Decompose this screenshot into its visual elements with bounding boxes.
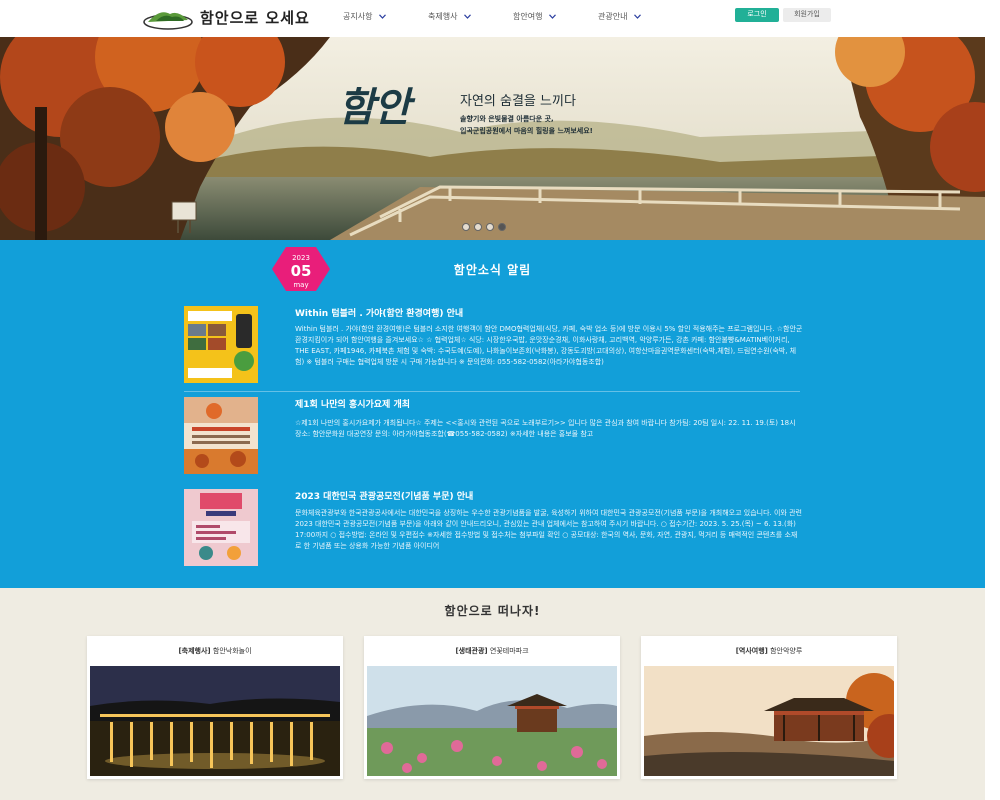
nav-item-label: 공지사항 xyxy=(343,12,373,21)
card-name: 함안낙화놀이 xyxy=(212,647,252,655)
card-name: 연꽃테마파크 xyxy=(489,647,529,655)
nav-item-festival[interactable]: 축제행사 xyxy=(428,11,472,22)
card-category: [축제행사] xyxy=(178,647,211,655)
news-thumbnail[interactable] xyxy=(184,397,258,474)
news-item[interactable]: Within 텀블러 . 가야(함안 환경여행) 안내 Within 텀블러 .… xyxy=(184,306,804,386)
card-label: [역사여행] 함안악양루 xyxy=(641,646,897,656)
site-logo[interactable]: 함안으로 오세요 xyxy=(142,4,312,30)
news-item-text: ☆제1회 나만의 홍시가요제가 개최됩니다☆ 주제는 <<홍시와 관련된 곡으로… xyxy=(295,419,796,438)
news-thumbnail[interactable] xyxy=(184,306,258,383)
news-item-text: Within 텀블러 . 가야(함안 환경여행)은 텀블러 소지한 여행객이 함… xyxy=(295,325,803,366)
travel-card-eco[interactable]: [생태관광] 연꽃테마파크 xyxy=(364,636,620,779)
hero-desc-line: 입곡군립공원에서 마음의 힐링을 느껴보세요! xyxy=(460,127,593,135)
chevron-down-icon xyxy=(379,14,387,19)
card-image[interactable] xyxy=(367,666,617,776)
slider-dot-2[interactable] xyxy=(474,223,482,231)
travel-title: 함안으로 떠나자! xyxy=(444,604,541,618)
news-item[interactable]: 제1회 나만의 홍시가요제 개최 ☆제1회 나만의 홍시가요제가 개최됩니다☆ … xyxy=(184,397,804,477)
travel-card-festival[interactable]: [축제행사] 함안낙화놀이 xyxy=(87,636,343,779)
hero-subtitle: 자연의 숨결을 느끼다 xyxy=(460,94,576,109)
news-item-text: 문화체육관광부와 한국관광공사에서는 대한민국을 상징하는 우수한 관광기념품을… xyxy=(295,509,802,550)
hero-slider-dots xyxy=(462,223,506,231)
slider-dot-1[interactable] xyxy=(462,223,470,231)
card-category: [생태관광] xyxy=(455,647,488,655)
travel-card-history[interactable]: [역사여행] 함안악양루 xyxy=(641,636,897,779)
chevron-down-icon xyxy=(464,14,472,19)
nav-item-label: 관광안내 xyxy=(598,12,628,21)
badge-month: may xyxy=(293,281,309,289)
divider xyxy=(184,391,800,392)
site-header: 함안으로 오세요 공지사항 축제행사 함안여행 관광안내 로그인 회원가입 xyxy=(0,0,1000,37)
card-name: 함안악양루 xyxy=(770,647,803,655)
logo-mountain-icon xyxy=(142,4,194,30)
hero-title: 함안 xyxy=(338,84,411,131)
card-label: [생태관광] 연꽃테마파크 xyxy=(364,646,620,656)
join-button[interactable]: 회원가입 xyxy=(783,8,831,22)
news-section: 2023 05 may 함안소식 알림 Within 텀블러 . 가야(함안 환… xyxy=(0,240,985,588)
news-item-title[interactable]: 2023 대한민국 관광공모전(기념품 부문) 안내 xyxy=(295,489,473,502)
slider-dot-3[interactable] xyxy=(486,223,494,231)
main-nav: 공지사항 축제행사 함안여행 관광안내 xyxy=(322,0,682,37)
hero-banner: 함안 자연의 숨결을 느끼다 솔향기와 은빛물결 아름다운 곳, 입곡군립공원에… xyxy=(0,37,985,240)
nav-item-notice[interactable]: 공지사항 xyxy=(343,11,387,22)
nav-item-label: 함안여행 xyxy=(513,12,543,21)
news-thumbnail[interactable] xyxy=(184,489,258,566)
news-item[interactable]: 2023 대한민국 관광공모전(기념품 부문) 안내 문화체육관광부와 한국관광… xyxy=(184,489,804,569)
logo-text: 함안으로 오세요 xyxy=(200,8,310,27)
card-image[interactable] xyxy=(644,666,894,776)
news-item-title[interactable]: Within 텀블러 . 가야(함안 환경여행) 안내 xyxy=(295,306,463,319)
card-image[interactable] xyxy=(90,666,340,776)
news-item-title[interactable]: 제1회 나만의 홍시가요제 개최 xyxy=(295,397,410,410)
hero-description: 솔향기와 은빛물결 아름다운 곳, 입곡군립공원에서 마음의 힐링을 느껴보세요… xyxy=(460,113,593,137)
card-category: [역사여행] xyxy=(735,647,768,655)
travel-section: 함안으로 떠나자! [축제행사] 함안낙화놀이 [생태관광] 연꽃테마파크 [역… xyxy=(0,588,985,800)
hero-desc-line: 솔향기와 은빛물결 아름다운 곳, xyxy=(460,115,554,123)
chevron-down-icon xyxy=(549,14,557,19)
slider-dot-4[interactable] xyxy=(498,223,506,231)
login-button[interactable]: 로그인 xyxy=(735,8,779,22)
nav-item-guide[interactable]: 관광안내 xyxy=(598,11,642,22)
card-label: [축제행사] 함안낙화놀이 xyxy=(87,646,343,656)
nav-item-travel[interactable]: 함안여행 xyxy=(513,11,557,22)
nav-item-label: 축제행사 xyxy=(428,12,458,21)
chevron-down-icon xyxy=(634,14,642,19)
news-title: 함안소식 알림 xyxy=(453,263,532,277)
hero-landscape-image xyxy=(0,37,985,240)
